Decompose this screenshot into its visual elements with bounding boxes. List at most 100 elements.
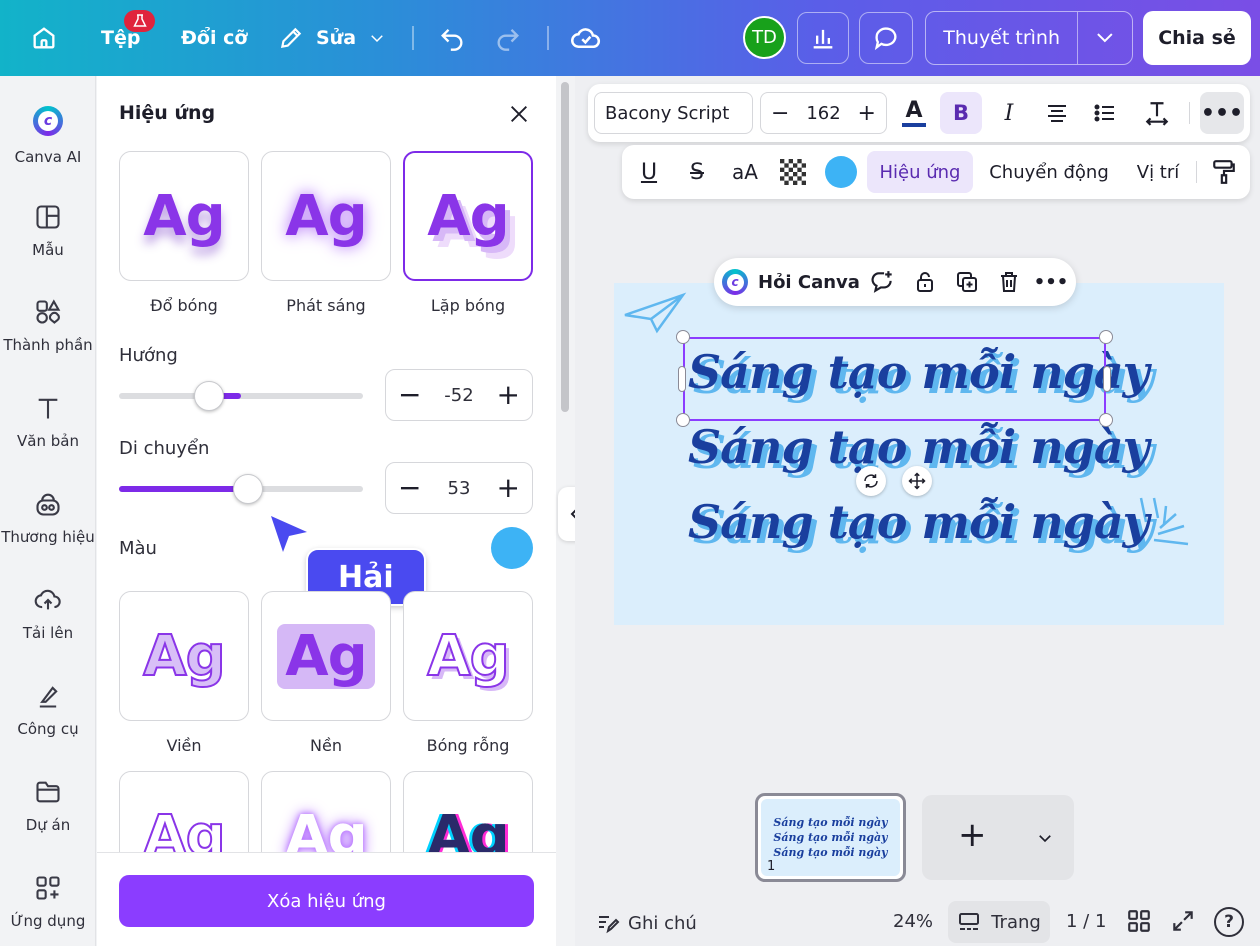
font-selector[interactable]: Bacony Script [594, 92, 753, 134]
style-outline-card[interactable]: Ag [119, 591, 249, 721]
spacing-button[interactable] [1136, 92, 1178, 134]
comments-button[interactable] [859, 12, 913, 64]
help-button[interactable]: ? [1214, 907, 1244, 937]
minus-icon[interactable]: − [398, 381, 421, 409]
minus-icon[interactable]: − [771, 101, 789, 126]
sidebar-item-canva-ai[interactable]: c Canva AI [0, 106, 96, 166]
plus-icon[interactable]: + [497, 474, 520, 502]
home-button[interactable] [30, 0, 58, 76]
avatar[interactable]: TD [743, 16, 786, 59]
duplicate-button[interactable] [950, 265, 984, 299]
chevron-down-icon[interactable] [1036, 829, 1054, 847]
sidebar-item-text[interactable]: Văn bản [0, 394, 96, 450]
animate-button[interactable]: Chuyển động [982, 151, 1116, 193]
panel-scrollbar[interactable] [561, 82, 569, 412]
font-size-stepper[interactable]: − 162 + [760, 92, 887, 134]
trash-icon [1001, 272, 1017, 292]
sidebar-item-tools[interactable]: Công cụ [0, 682, 96, 738]
chevron-down-icon[interactable] [1078, 28, 1132, 48]
selection-box[interactable] [683, 337, 1106, 421]
resize-handle[interactable] [1099, 330, 1113, 344]
align-button[interactable] [1036, 92, 1078, 134]
text-color-button[interactable]: A [895, 92, 933, 134]
effect-color-button[interactable] [825, 156, 857, 188]
resize-menu[interactable]: Đổi cỡ [181, 0, 247, 76]
color-swatch[interactable] [491, 527, 533, 569]
font-size-value[interactable]: 162 [806, 103, 840, 124]
direction-stepper[interactable]: − -52 + [385, 369, 533, 421]
cloud-save-button[interactable] [571, 0, 601, 76]
redo-button[interactable] [494, 0, 522, 76]
sidebar-item-elements[interactable]: Thành phần [0, 298, 96, 354]
direction-value[interactable]: -52 [444, 385, 473, 406]
sidebar-item-projects[interactable]: Dự án [0, 778, 96, 834]
zoom-level[interactable]: 24% [893, 911, 933, 932]
resize-handle[interactable] [1099, 413, 1113, 427]
copy-style-button[interactable] [1204, 151, 1244, 193]
side-handle[interactable] [1103, 366, 1111, 392]
resize-handle[interactable] [676, 330, 690, 344]
analytics-button[interactable] [797, 12, 849, 64]
sidebar-item-uploads[interactable]: Tải lên [0, 586, 96, 642]
sidebar-item-brand[interactable]: Thương hiệu [0, 490, 96, 546]
lock-button[interactable] [908, 265, 942, 299]
style-glitch-card[interactable]: Ag [403, 771, 533, 852]
direction-slider-thumb[interactable] [194, 381, 225, 411]
close-button[interactable] [503, 98, 535, 130]
present-button[interactable]: Thuyết trình [925, 11, 1133, 65]
delete-button[interactable] [992, 265, 1026, 299]
ask-canva-button[interactable]: c Hỏi Canva [722, 264, 860, 300]
align-center-icon [1048, 105, 1066, 122]
move-slider-thumb[interactable] [233, 474, 264, 504]
more-options-button[interactable]: ••• [1200, 92, 1244, 134]
sidebar-item-apps[interactable]: Ứng dụng [0, 874, 96, 930]
add-comment-button[interactable] [866, 265, 900, 299]
card-preview-text: Ag [142, 623, 226, 690]
style-hollow-card[interactable]: Ag [403, 591, 533, 721]
canvas-text-line-3[interactable]: Sáng tạo mỗi ngày [688, 495, 1149, 549]
card-preview-text: Ag [427, 183, 509, 249]
fullscreen-button[interactable] [1170, 908, 1198, 936]
style-outline-label: Viền [166, 736, 202, 755]
minus-icon[interactable]: − [398, 474, 421, 502]
plus-icon[interactable]: + [497, 381, 520, 409]
list-button[interactable] [1084, 92, 1126, 134]
style-splice-card[interactable]: Ag [119, 771, 249, 852]
undo-button[interactable] [438, 0, 466, 76]
bold-button[interactable]: B [940, 92, 982, 134]
style-shadow-card[interactable]: Ag [119, 151, 249, 281]
move-stepper[interactable]: − 53 + [385, 462, 533, 514]
element-toolbar: c Hỏi Canva ••• [714, 258, 1076, 306]
share-button[interactable]: Chia sẻ [1143, 11, 1251, 65]
strikethrough-button[interactable]: S [678, 151, 716, 193]
remove-effect-button[interactable]: Xóa hiệu ứng [119, 875, 534, 927]
move-button[interactable] [902, 466, 932, 496]
add-page-button[interactable]: + [922, 795, 1074, 880]
grid-view-button[interactable] [1126, 908, 1154, 936]
direction-slider-track[interactable] [119, 393, 363, 399]
apps-icon [36, 876, 60, 900]
italic-button[interactable]: I [988, 92, 1030, 134]
underline-button[interactable]: U [630, 151, 668, 193]
style-background-card[interactable]: Ag [261, 591, 391, 721]
effects-button[interactable]: Hiệu ứng [867, 151, 973, 193]
rotate-button[interactable] [856, 466, 886, 496]
edit-menu[interactable]: Sửa [278, 0, 386, 76]
divider [97, 852, 556, 853]
transparency-button[interactable] [774, 151, 812, 193]
side-handle[interactable] [678, 366, 686, 392]
notes-button[interactable]: Ghi chú [596, 908, 697, 938]
resize-handle[interactable] [676, 413, 690, 427]
move-value[interactable]: 53 [448, 478, 471, 499]
pages-button[interactable]: Trang [948, 901, 1050, 943]
style-echo-card[interactable]: Ag [403, 151, 533, 281]
style-neon-card[interactable]: Ag [261, 771, 391, 852]
style-glow-card[interactable]: Ag [261, 151, 391, 281]
style-shadow-label: Đổ bóng [150, 296, 218, 315]
page-thumbnail[interactable]: Sáng tạo mỗi ngày Sáng tạo mỗi ngày Sáng… [755, 793, 906, 882]
position-button[interactable]: Vị trí [1124, 151, 1192, 193]
more-options-button[interactable]: ••• [1034, 265, 1069, 299]
letter-case-button[interactable]: aA [726, 151, 764, 193]
sidebar-item-templates[interactable]: Mẫu [0, 203, 96, 259]
plus-icon[interactable]: + [858, 101, 876, 126]
